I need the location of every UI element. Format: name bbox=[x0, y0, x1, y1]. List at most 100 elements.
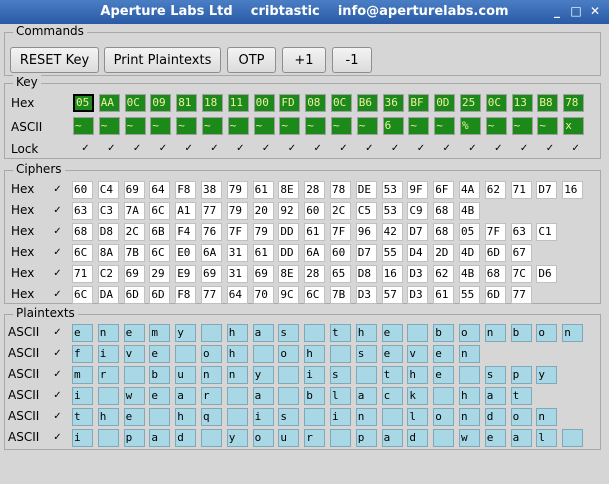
plaintext-cell[interactable]: l bbox=[536, 429, 558, 447]
plaintext-cell[interactable]: s bbox=[355, 345, 377, 363]
key-ascii-cell[interactable]: ~ bbox=[434, 117, 456, 135]
plaintext-cell[interactable]: i bbox=[72, 387, 93, 405]
key-hex-cell[interactable]: 0C bbox=[124, 94, 146, 112]
key-hex-cell[interactable]: AA bbox=[98, 94, 120, 112]
plaintext-cell[interactable] bbox=[433, 429, 455, 447]
minimize-button[interactable]: _ bbox=[549, 4, 565, 19]
plaintext-cell[interactable]: o bbox=[536, 324, 558, 342]
plaintext-cell[interactable]: v bbox=[123, 345, 145, 363]
key-hex-cell[interactable]: 78 bbox=[563, 94, 585, 112]
plaintext-cell[interactable]: k bbox=[407, 387, 429, 405]
plaintext-cell[interactable] bbox=[562, 429, 584, 447]
plaintext-cell[interactable]: e bbox=[123, 324, 145, 342]
key-ascii-cell[interactable]: ~ bbox=[73, 117, 94, 135]
plaintext-cell[interactable]: b bbox=[510, 324, 532, 342]
plaintext-cell[interactable]: e bbox=[381, 324, 403, 342]
plaintext-cell[interactable]: e bbox=[149, 387, 171, 405]
key-hex-cell[interactable]: 00 bbox=[253, 94, 275, 112]
plaintext-cell[interactable]: s bbox=[278, 324, 300, 342]
cipher-row-checkbox[interactable]: ✓ bbox=[52, 184, 63, 195]
plaintext-cell[interactable]: n bbox=[355, 408, 377, 426]
plaintext-cell[interactable]: m bbox=[72, 366, 93, 384]
close-button[interactable]: ✕ bbox=[587, 4, 603, 19]
plaintext-cell[interactable]: a bbox=[510, 429, 532, 447]
plaintext-cell[interactable] bbox=[252, 345, 274, 363]
plaintext-cell[interactable] bbox=[407, 324, 429, 342]
plaintext-cell[interactable]: r bbox=[201, 387, 222, 405]
key-lock-checkbox[interactable]: ✓ bbox=[286, 143, 297, 154]
key-hex-cell[interactable]: FD bbox=[279, 94, 301, 112]
key-hex-cell[interactable]: 0D bbox=[434, 94, 456, 112]
key-lock-checkbox[interactable]: ✓ bbox=[261, 143, 272, 154]
plaintext-cell[interactable] bbox=[97, 429, 119, 447]
key-lock-checkbox[interactable]: ✓ bbox=[415, 143, 426, 154]
key-lock-checkbox[interactable]: ✓ bbox=[106, 143, 117, 154]
plaintext-cell[interactable]: e bbox=[433, 366, 455, 384]
plaintext-cell[interactable]: n bbox=[201, 366, 222, 384]
key-hex-cell[interactable]: 09 bbox=[150, 94, 172, 112]
plaintext-cell[interactable]: i bbox=[72, 429, 93, 447]
plaintext-cell[interactable]: b bbox=[149, 366, 171, 384]
plaintext-cell[interactable]: i bbox=[252, 408, 274, 426]
key-lock-checkbox[interactable]: ✓ bbox=[157, 143, 168, 154]
key-lock-checkbox[interactable]: ✓ bbox=[519, 143, 530, 154]
print-plaintexts-button[interactable]: Print Plaintexts bbox=[104, 47, 221, 73]
key-ascii-cell[interactable]: ~ bbox=[150, 117, 172, 135]
key-lock-checkbox[interactable]: ✓ bbox=[338, 143, 349, 154]
reset-key-button[interactable]: RESET Key bbox=[10, 47, 99, 73]
plaintext-cell[interactable]: i bbox=[330, 408, 351, 426]
plaintext-cell[interactable] bbox=[123, 366, 145, 384]
plaintext-row-checkbox[interactable]: ✓ bbox=[52, 432, 63, 443]
plaintext-cell[interactable]: o bbox=[459, 324, 480, 342]
plaintext-cell[interactable] bbox=[226, 408, 248, 426]
plaintext-cell[interactable]: d bbox=[484, 408, 506, 426]
plaintext-cell[interactable]: t bbox=[510, 387, 532, 405]
key-lock-checkbox[interactable]: ✓ bbox=[390, 143, 401, 154]
key-ascii-cell[interactable]: ~ bbox=[176, 117, 198, 135]
plaintext-cell[interactable]: o bbox=[252, 429, 274, 447]
plaintext-cell[interactable]: a bbox=[252, 387, 274, 405]
key-hex-cell[interactable]: 36 bbox=[382, 94, 404, 112]
plaintext-cell[interactable]: h bbox=[226, 345, 248, 363]
plaintext-row-checkbox[interactable]: ✓ bbox=[52, 411, 63, 422]
key-ascii-cell[interactable]: ~ bbox=[124, 117, 146, 135]
otp-button[interactable]: OTP bbox=[227, 47, 276, 73]
plaintext-cell[interactable] bbox=[278, 387, 300, 405]
plaintext-cell[interactable]: h bbox=[407, 366, 429, 384]
key-lock-checkbox[interactable]: ✓ bbox=[570, 143, 581, 154]
plaintext-cell[interactable]: o bbox=[510, 408, 532, 426]
plaintext-cell[interactable]: s bbox=[484, 366, 506, 384]
key-lock-checkbox[interactable]: ✓ bbox=[132, 143, 143, 154]
plaintext-cell[interactable]: t bbox=[381, 366, 403, 384]
minus-one-button[interactable]: -1 bbox=[332, 47, 372, 73]
key-hex-cell[interactable]: B8 bbox=[537, 94, 559, 112]
plaintext-cell[interactable]: c bbox=[381, 387, 403, 405]
key-ascii-cell[interactable]: ~ bbox=[356, 117, 378, 135]
plaintext-cell[interactable]: a bbox=[381, 429, 403, 447]
plaintext-cell[interactable] bbox=[175, 345, 197, 363]
plaintext-cell[interactable]: f bbox=[72, 345, 93, 363]
plaintext-cell[interactable]: n bbox=[562, 324, 584, 342]
plaintext-cell[interactable]: u bbox=[278, 429, 300, 447]
key-lock-checkbox[interactable]: ✓ bbox=[312, 143, 323, 154]
plaintext-cell[interactable]: a bbox=[252, 324, 274, 342]
plaintext-cell[interactable] bbox=[355, 366, 377, 384]
plaintext-cell[interactable]: p bbox=[355, 429, 377, 447]
plaintext-cell[interactable] bbox=[433, 387, 455, 405]
plaintext-cell[interactable]: p bbox=[510, 366, 532, 384]
plaintext-cell[interactable] bbox=[201, 429, 222, 447]
plaintext-cell[interactable]: e bbox=[381, 345, 403, 363]
plaintext-cell[interactable]: a bbox=[175, 387, 197, 405]
key-hex-cell[interactable]: 18 bbox=[202, 94, 223, 112]
key-ascii-cell[interactable]: ~ bbox=[227, 117, 249, 135]
plaintext-cell[interactable] bbox=[304, 408, 326, 426]
plaintext-cell[interactable]: b bbox=[304, 387, 326, 405]
plaintext-cell[interactable] bbox=[381, 408, 403, 426]
cipher-row-checkbox[interactable]: ✓ bbox=[52, 268, 63, 279]
plaintext-cell[interactable]: r bbox=[97, 366, 119, 384]
plaintext-cell[interactable]: s bbox=[330, 366, 351, 384]
cipher-row-checkbox[interactable]: ✓ bbox=[52, 289, 63, 300]
plus-one-button[interactable]: +1 bbox=[282, 47, 326, 73]
plaintext-cell[interactable]: e bbox=[123, 408, 145, 426]
plaintext-cell[interactable]: l bbox=[407, 408, 429, 426]
